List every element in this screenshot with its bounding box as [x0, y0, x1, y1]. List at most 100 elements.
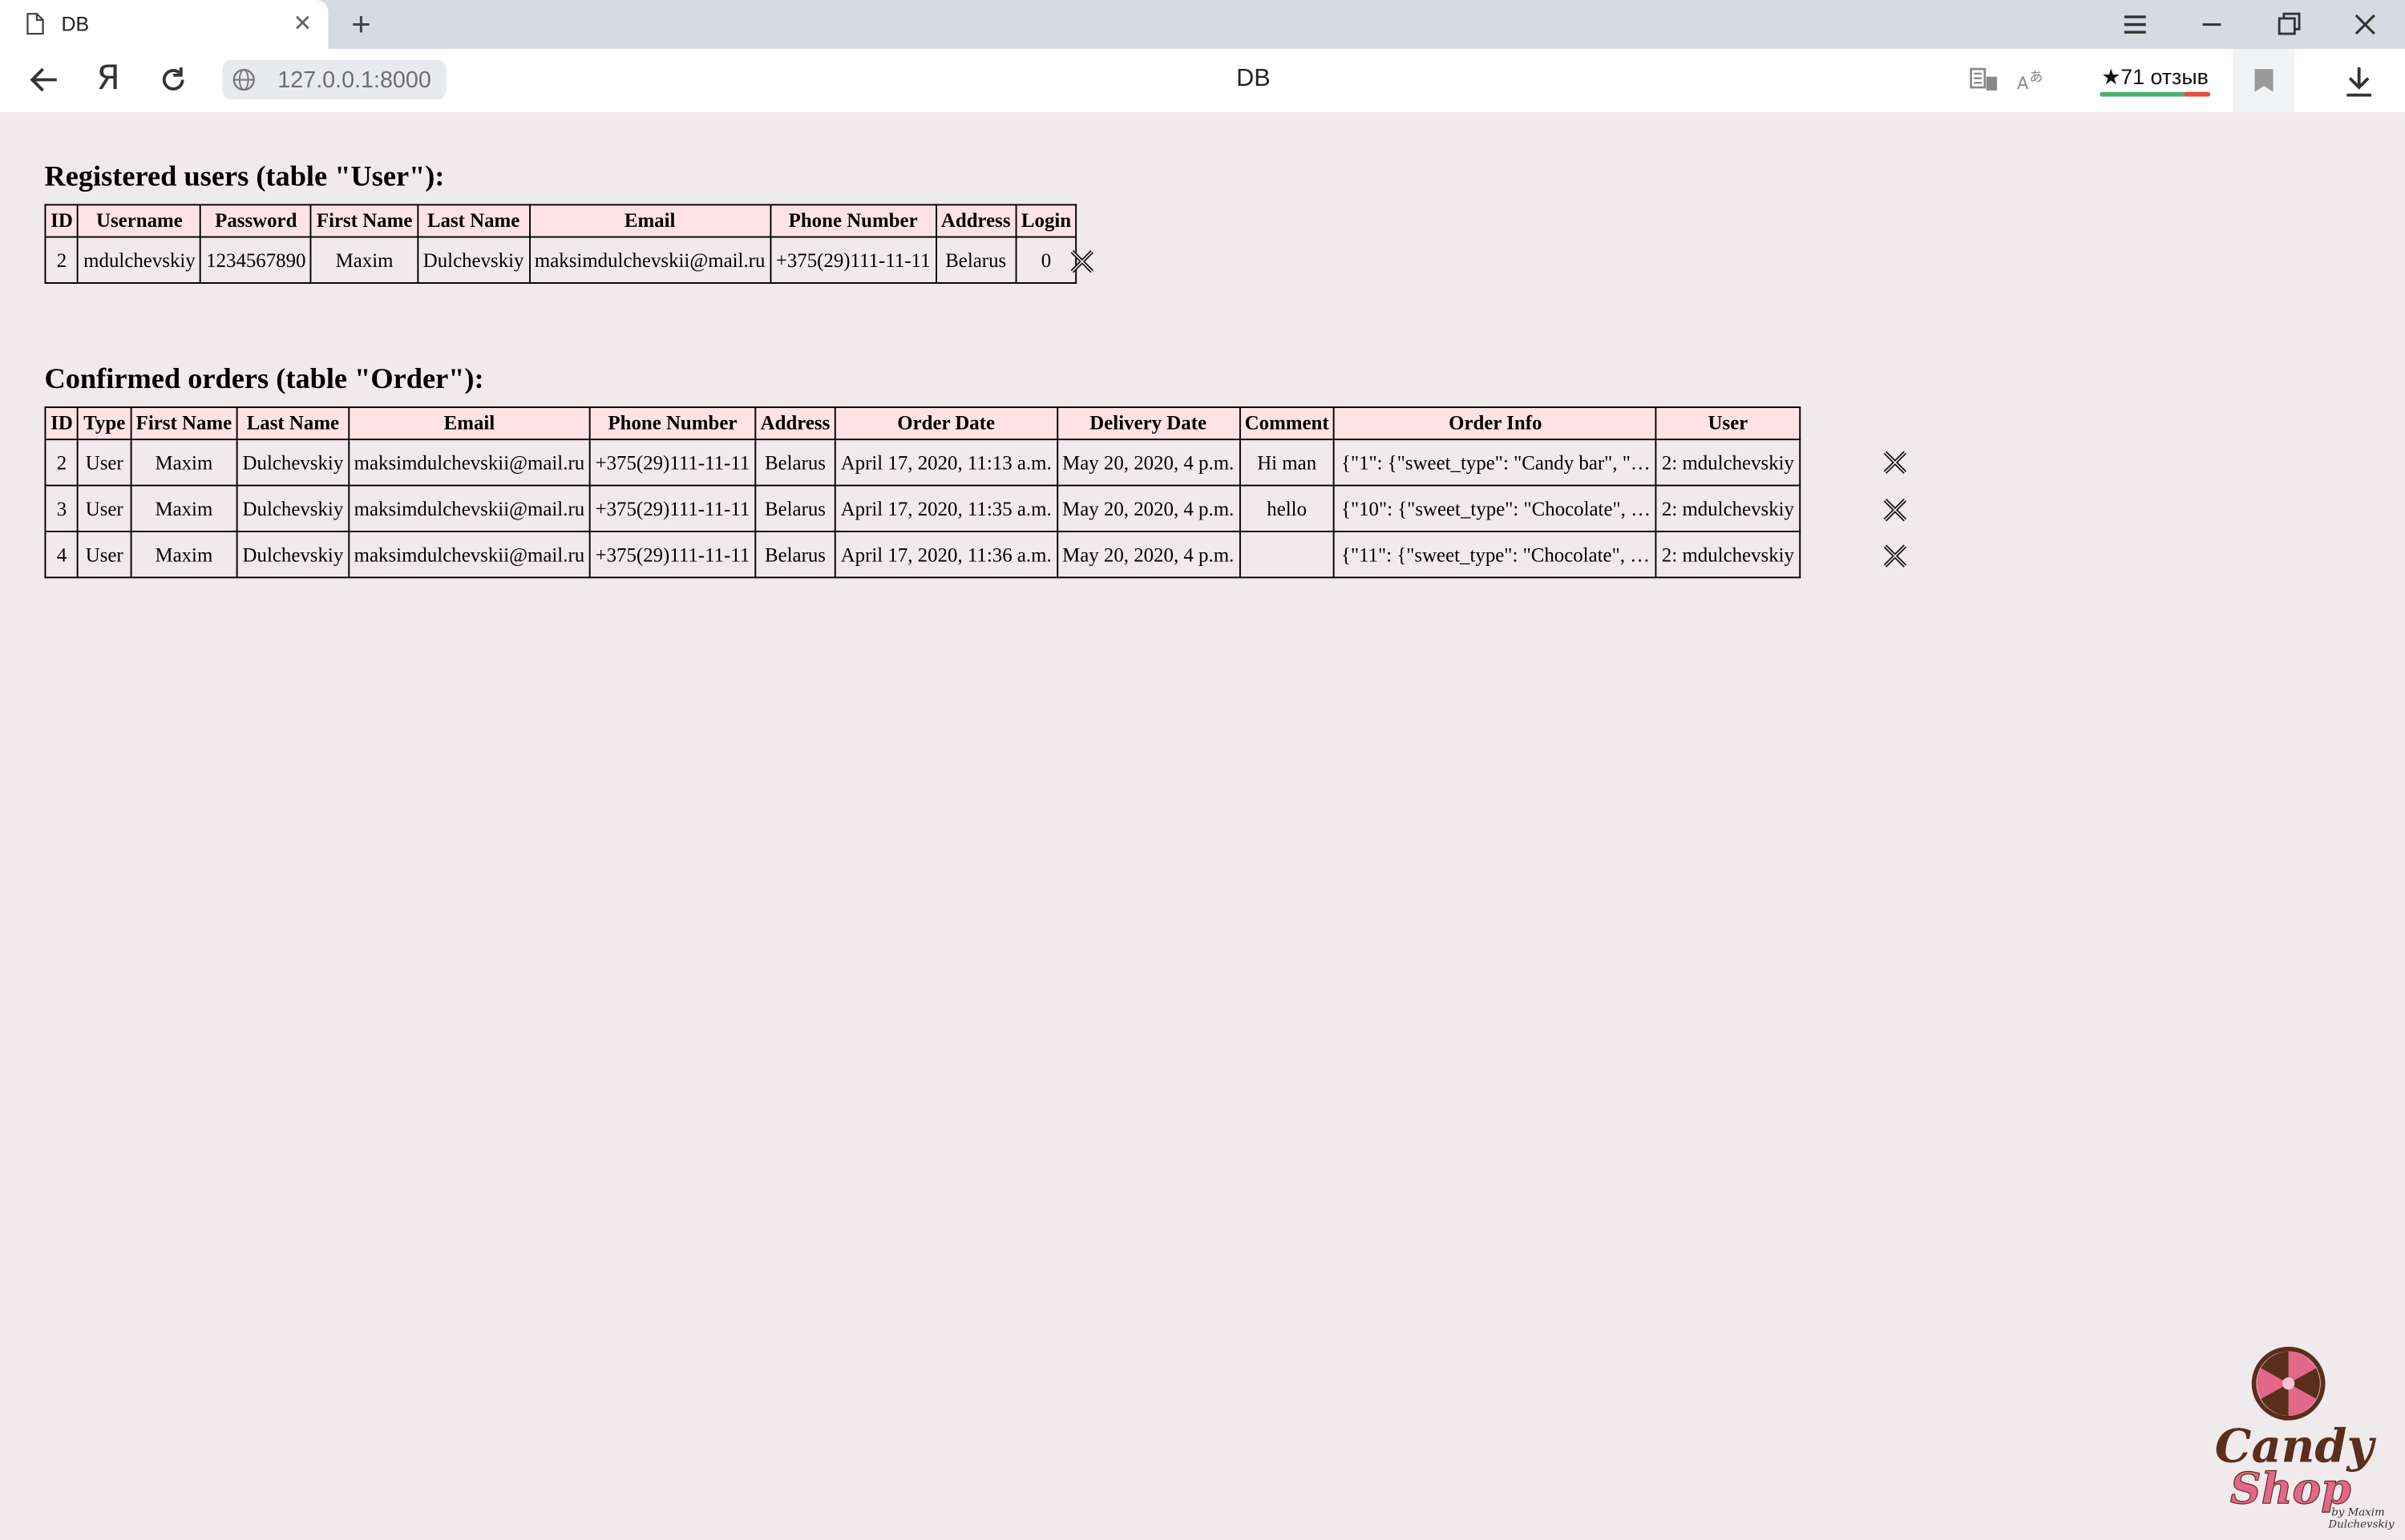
orders-col-header: User: [1655, 406, 1801, 441]
translate-icon[interactable]: A あ: [2015, 66, 2046, 93]
table-cell: Dulchevskiy: [236, 484, 350, 532]
table-cell: Maxim: [129, 439, 238, 487]
delete-x-icon[interactable]: [1881, 541, 1910, 570]
table-cell: 1234567890: [200, 236, 313, 284]
download-icon[interactable]: [2344, 64, 2375, 98]
table-cell: May 20, 2020, 4 p.m.: [1056, 531, 1240, 579]
menu-icon[interactable]: [2118, 8, 2152, 42]
reload-icon[interactable]: [156, 64, 190, 95]
back-arrow-icon[interactable]: [27, 64, 61, 95]
logo-byline2: Dulchevskiy: [2327, 1519, 2394, 1531]
users-col-header: Address: [935, 204, 1017, 238]
users-col-header: Last Name: [417, 204, 531, 238]
table-cell: {"1": {"sweet_type": "Candy bar", "sw…: [1333, 439, 1658, 487]
close-icon[interactable]: ✕: [293, 9, 312, 37]
table-cell: maksimdulchevskii@mail.ru: [528, 236, 772, 284]
table-cell: Maxim: [129, 484, 238, 532]
bookmark-area: [2233, 49, 2295, 112]
table-cell: User: [77, 531, 131, 579]
table-row: 4 User Maxim Dulchevskiy maksimdulchevskii@m…: [44, 531, 1801, 579]
orders-col-header: Type: [77, 406, 131, 441]
tab-strip: DB ✕ +: [0, 0, 2405, 50]
doc-icon: [26, 13, 44, 35]
users-heading: Registered users (table "User"):: [44, 160, 445, 194]
orders-col-header: ID: [44, 406, 79, 441]
table-row: 2 mdulchevskiy 1234567890 Maxim Dulchevskiy m…: [44, 236, 1077, 284]
tab-title: DB: [61, 12, 90, 36]
table-cell: maksimdulchevskii@mail.ru: [348, 531, 591, 579]
url-text: 127.0.0.1:8000: [277, 67, 431, 94]
table-row: 3 User Maxim Dulchevskiy maksimdulchevskii@m…: [44, 484, 1801, 532]
users-col-header: First Name: [310, 204, 419, 238]
window-close-icon[interactable]: [2348, 8, 2382, 42]
minimize-icon[interactable]: [2195, 8, 2229, 42]
users-col-header: Password: [200, 204, 313, 238]
orders-col-header: Phone Number: [588, 406, 756, 441]
reviews-badge[interactable]: ★71 отзыв: [2096, 62, 2213, 99]
users-col-header: ID: [44, 204, 79, 238]
table-cell: Dulchevskiy: [236, 531, 350, 579]
table-cell: Maxim: [129, 531, 238, 579]
svg-text:あ: あ: [2029, 69, 2043, 85]
orders-col-header: Order Info: [1333, 406, 1658, 441]
table-cell: Belarus: [754, 484, 836, 532]
table-cell: +375(29)111-11-11: [588, 439, 756, 487]
table-row: 2 User Maxim Dulchevskiy maksimdulchevskii@m…: [44, 439, 1801, 487]
rating-bar-negative: [2184, 91, 2211, 97]
users-col-header: Username: [77, 204, 202, 238]
table-cell: Hi man: [1239, 439, 1336, 487]
delete-x-icon[interactable]: [1881, 448, 1910, 477]
orders-col-header: Address: [754, 406, 836, 441]
table-cell: {"10": {"sweet_type": "Chocolate", "s…: [1333, 484, 1658, 532]
page-title: DB: [1236, 66, 1271, 92]
table-cell: May 20, 2020, 4 p.m.: [1056, 439, 1240, 487]
table-cell: 2: mdulchevskiy: [1655, 484, 1801, 532]
table-cell: May 20, 2020, 4 p.m.: [1056, 484, 1240, 532]
restore-icon[interactable]: [2272, 8, 2306, 42]
orders-heading: Confirmed orders (table "Order"):: [44, 363, 484, 396]
orders-col-header: First Name: [129, 406, 238, 441]
table-cell: +375(29)111-11-11: [770, 236, 937, 284]
users-col-header: Email: [528, 204, 772, 238]
orders-table: ID Type First Name Last Name Email Phone Numb…: [44, 406, 1801, 579]
yandex-button[interactable]: Я: [97, 60, 120, 99]
table-cell: 2: [44, 236, 79, 284]
table-cell: 4: [44, 531, 79, 579]
orders-col-header: Email: [348, 406, 591, 441]
globe-icon: [232, 68, 255, 91]
orders-col-header: Last Name: [236, 406, 350, 441]
table-cell: +375(29)111-11-11: [588, 531, 756, 579]
bookmark-icon[interactable]: [2253, 67, 2275, 94]
reviews-label: ★71 отзыв: [2101, 64, 2209, 89]
table-cell: Dulchevskiy: [236, 439, 350, 487]
orders-col-header: Order Date: [835, 406, 1058, 441]
table-cell: 2: mdulchevskiy: [1655, 439, 1801, 487]
candy-shop-logo: Candy Shop by Maxim Dulchevskiy: [2215, 1346, 2395, 1531]
plus-icon[interactable]: +: [351, 5, 371, 45]
url-field[interactable]: 127.0.0.1:8000: [222, 59, 447, 100]
users-header-row: ID Username Password First Name Last Name Ema…: [44, 204, 1077, 238]
orders-col-header: Comment: [1239, 406, 1336, 441]
users-col-header: Phone Number: [770, 204, 937, 238]
table-cell: 3: [44, 484, 79, 532]
users-table: ID Username Password First Name Last Name Ema…: [44, 204, 1077, 284]
table-cell: hello: [1239, 484, 1336, 532]
table-cell: April 17, 2020, 11:35 a.m.: [835, 484, 1058, 532]
delete-x-icon[interactable]: [1068, 247, 1097, 276]
stage: DB ✕ + Я 127.0.0.1:8000 DB A あ ★71 отзыв…: [0, 0, 2405, 1540]
table-cell: maksimdulchevskii@mail.ru: [348, 439, 591, 487]
table-cell: User: [77, 484, 131, 532]
table-cell: User: [77, 439, 131, 487]
delete-x-icon[interactable]: [1881, 495, 1910, 524]
table-cell: April 17, 2020, 11:36 a.m.: [835, 531, 1058, 579]
logo-byline1: by Maxim: [2331, 1506, 2385, 1518]
browser-tab[interactable]: DB ✕: [0, 0, 329, 50]
reader-icon[interactable]: [1970, 66, 2000, 93]
table-cell: April 17, 2020, 11:13 a.m.: [835, 439, 1058, 487]
orders-header-row: ID Type First Name Last Name Email Phone Numb…: [44, 406, 1801, 441]
table-cell: [1239, 531, 1336, 579]
table-cell: mdulchevskiy: [77, 236, 202, 284]
table-cell: {"11": {"sweet_type": "Chocolate", "s…: [1333, 531, 1658, 579]
table-cell: 2: [44, 439, 79, 487]
table-cell: Belarus: [754, 531, 836, 579]
